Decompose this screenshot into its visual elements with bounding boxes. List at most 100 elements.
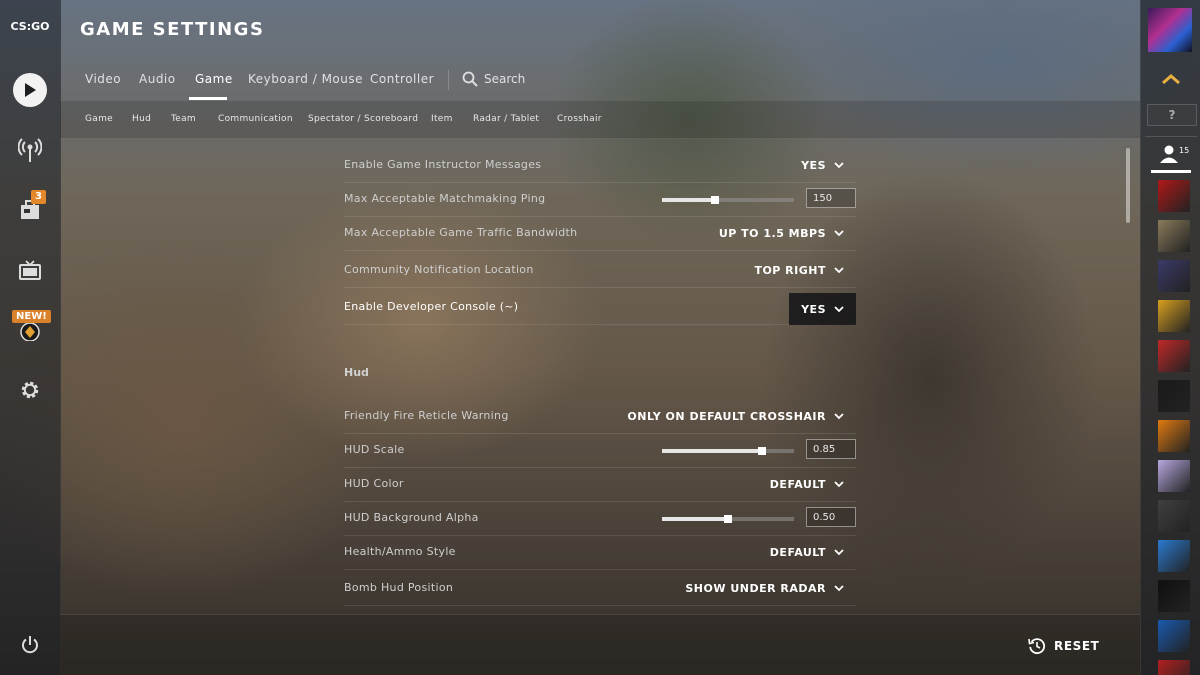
setting-label: Community Notification Location [344,263,534,276]
reset-label: RESET [1054,639,1100,653]
subtab-item[interactable]: Item [431,114,453,124]
subtab-crosshair[interactable]: Crosshair [557,114,602,124]
right-sidebar: ? 15 [1140,0,1200,675]
traffic-bandwidth-dropdown[interactable]: UP TO 1.5 MBPS [707,217,856,250]
player-avatar[interactable] [1148,8,1192,52]
tab-video[interactable]: Video [85,72,121,86]
friend-avatar[interactable] [1158,340,1190,372]
matchmaking-ping-slider[interactable] [662,196,794,204]
setting-label: Health/Ammo Style [344,545,456,558]
hud-color-dropdown[interactable]: DEFAULT [758,468,856,501]
subtab-spectator-scoreboard[interactable]: Spectator / Scoreboard [308,114,418,124]
watch-button[interactable] [12,132,48,168]
setting-row-friendly-fire-warning: Friendly Fire Reticle Warning ONLY ON DE… [344,400,856,434]
tab-divider [448,70,449,90]
friend-avatar[interactable] [1158,260,1190,292]
friend-avatar[interactable] [1158,220,1190,252]
search-icon [462,71,478,87]
chevron-up-icon[interactable] [1161,72,1181,86]
main-tabs: Video Audio Game Keyboard / Mouse Contro… [60,60,1140,101]
dropdown-value: UP TO 1.5 MBPS [718,227,826,240]
dropdown-value: ONLY ON DEFAULT CROSSHAIR [627,410,826,423]
friend-avatar[interactable] [1158,180,1190,212]
friendly-fire-warning-dropdown[interactable]: ONLY ON DEFAULT CROSSHAIR [615,400,856,433]
chevron-down-icon [834,413,844,420]
slider-fill [662,449,763,453]
slider-fill [662,198,715,202]
new-badge: NEW! [12,310,51,323]
rank-badge[interactable]: ? [1147,104,1197,126]
setting-label: HUD Background Alpha [344,511,479,524]
notification-location-dropdown[interactable]: TOP RIGHT [742,254,856,287]
search-button[interactable]: Search [462,71,525,87]
friend-avatar[interactable] [1158,300,1190,332]
subtab-hud[interactable]: Hud [132,114,151,124]
setting-row-hud-background-alpha: HUD Background Alpha 0.50 [344,502,856,536]
reset-clock-icon [1028,638,1046,655]
developer-console-dropdown[interactable]: YES [789,293,856,325]
dropdown-value: DEFAULT [769,546,826,559]
page-title: GAME SETTINGS [80,19,265,40]
setting-row-hud-color: HUD Color DEFAULT [344,468,856,502]
subtab-communication[interactable]: Communication [218,114,293,124]
slider-handle[interactable] [724,515,732,523]
subtab-team[interactable]: Team [171,114,196,124]
hud-scale-input[interactable]: 0.85 [806,439,856,459]
friend-avatar[interactable] [1158,500,1190,532]
inventory-badge: 3 [31,190,46,204]
search-label: Search [484,72,526,86]
friend-avatar[interactable] [1158,660,1190,675]
setting-label: Enable Developer Console (~) [344,300,519,313]
setting-row-developer-console: Enable Developer Console (~) YES [344,291,856,325]
chevron-down-icon [834,585,844,592]
friend-avatar[interactable] [1158,420,1190,452]
friends-button[interactable] [1159,144,1179,168]
setting-row-game-instructor: Enable Game Instructor Messages YES [344,149,856,183]
settings-button[interactable] [12,372,48,408]
person-icon [1160,145,1178,163]
play-icon [13,73,47,107]
settings-footer: RESET [60,614,1140,675]
reset-button[interactable]: RESET [1028,637,1099,655]
hud-scale-slider[interactable] [662,447,794,455]
antenna-icon [18,138,42,162]
game-instructor-dropdown[interactable]: YES [789,149,856,182]
csgo-logo: CS:GO [10,20,50,33]
friend-avatar[interactable] [1158,380,1190,412]
setting-label: Enable Game Instructor Messages [344,158,542,171]
subtab-radar-tablet[interactable]: Radar / Tablet [473,114,539,124]
friend-avatar[interactable] [1158,580,1190,612]
tab-controller[interactable]: Controller [370,72,434,86]
tab-game[interactable]: Game [195,72,233,86]
power-button[interactable] [12,627,48,663]
settings-scrollbar[interactable] [1126,148,1130,223]
chevron-down-icon [834,481,844,488]
setting-label: Bomb Hud Position [344,581,454,594]
setting-label: Friendly Fire Reticle Warning [344,409,509,422]
slider-fill [662,517,728,521]
section-title-hud: Hud [344,366,369,379]
setting-label: Max Acceptable Game Traffic Bandwidth [344,226,578,239]
hud-background-alpha-slider[interactable] [662,515,794,523]
health-ammo-style-dropdown[interactable]: DEFAULT [758,536,856,569]
slider-handle[interactable] [710,196,719,204]
friends-tab-indicator [1151,170,1191,173]
play-button[interactable] [12,72,48,108]
dropdown-value: TOP RIGHT [754,264,826,277]
matchmaking-ping-input[interactable]: 150 [806,188,856,208]
friend-avatar[interactable] [1158,460,1190,492]
dropdown-value: YES [801,159,826,172]
tab-audio[interactable]: Audio [139,72,176,86]
dropdown-value: YES [801,302,826,316]
tab-keyboard-mouse[interactable]: Keyboard / Mouse [248,72,363,86]
hud-background-alpha-input[interactable]: 0.50 [806,507,856,527]
setting-row-health-ammo-style: Health/Ammo Style DEFAULT [344,536,856,570]
bomb-hud-position-dropdown[interactable]: SHOW UNDER RADAR [673,572,856,605]
subtab-game[interactable]: Game [85,114,113,124]
tv-button[interactable] [12,252,48,288]
gear-icon [21,381,39,399]
friend-avatar[interactable] [1158,620,1190,652]
slider-handle[interactable] [758,447,767,455]
setting-row-hud-scale: HUD Scale 0.85 [344,434,856,468]
friend-avatar[interactable] [1158,540,1190,572]
